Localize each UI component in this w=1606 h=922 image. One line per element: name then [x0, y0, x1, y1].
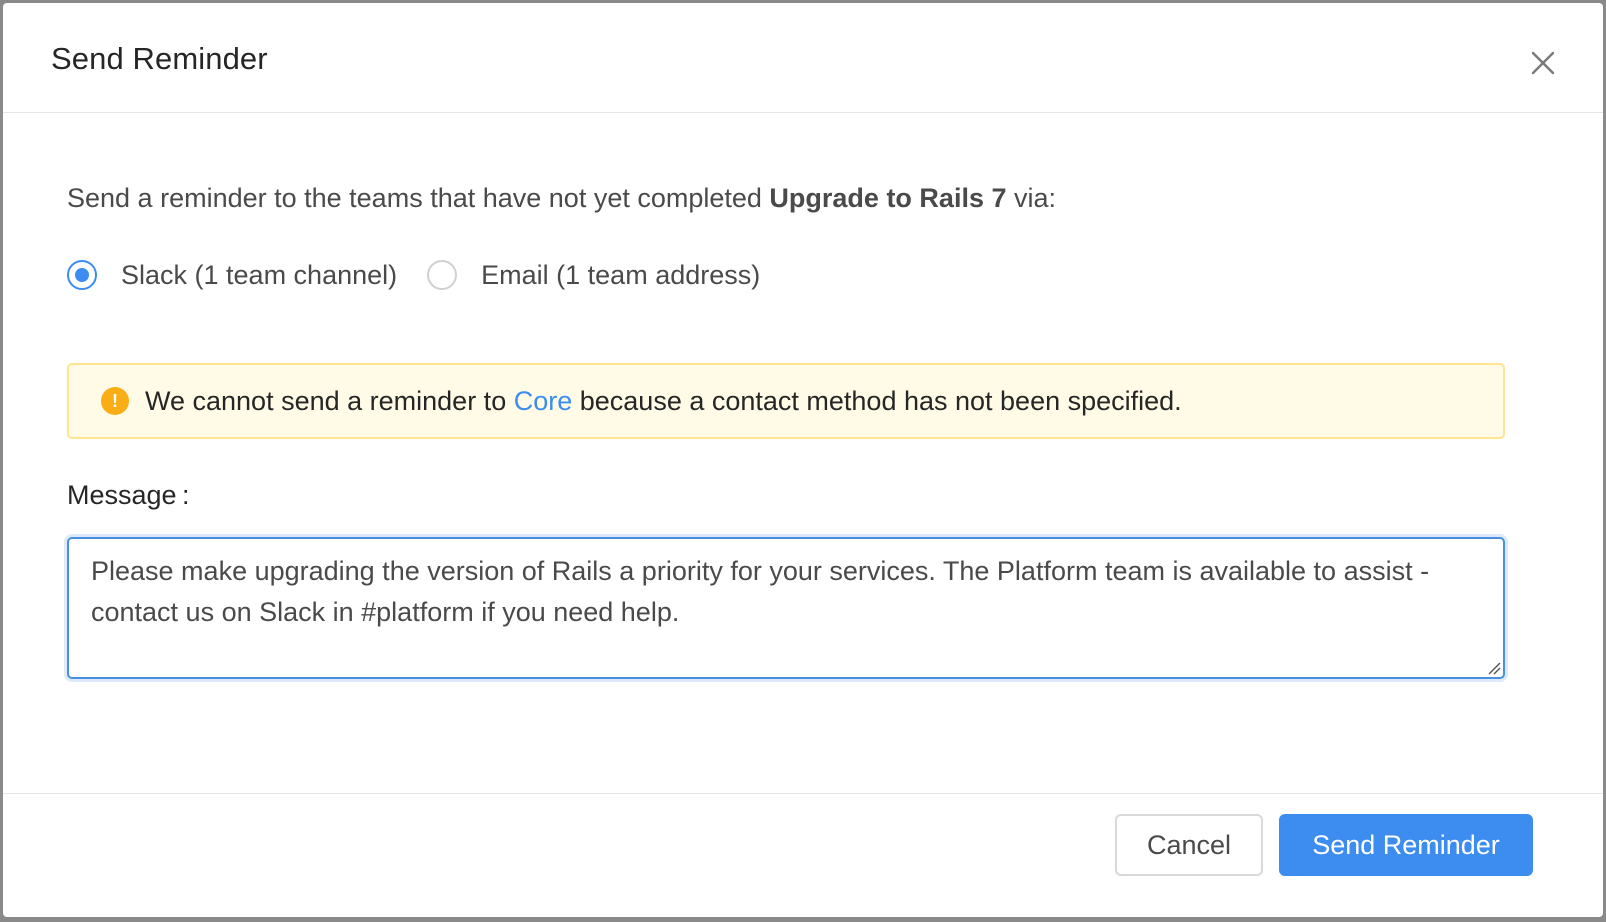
resize-handle-icon[interactable]	[1487, 661, 1501, 675]
intro-prefix: Send a reminder to the teams that have n…	[67, 183, 770, 213]
slack-radio-label: Slack (1 team channel)	[121, 259, 398, 290]
radio-option-slack[interactable]: Slack (1 team channel)	[67, 260, 397, 291]
email-radio-label: Email (1 team address)	[481, 259, 761, 290]
warning-prefix: We cannot send a reminder to	[145, 385, 514, 416]
channel-radio-group: Slack (1 team channel) Email (1 team add…	[67, 255, 790, 295]
slack-radio[interactable]	[67, 260, 97, 290]
dialog-title: Send Reminder	[51, 41, 268, 76]
email-radio[interactable]	[427, 260, 458, 290]
message-textarea[interactable]: Please make upgrading the version of Rai…	[67, 537, 1505, 679]
intro-suffix: via:	[1006, 183, 1057, 213]
dialog-footer: Cancel Send Reminder	[3, 793, 1603, 917]
warning-suffix: because a contact method has not been sp…	[572, 385, 1182, 416]
exclamation-circle-icon: !	[101, 387, 129, 415]
dialog-header: Send Reminder	[3, 3, 1603, 113]
close-icon[interactable]	[1527, 47, 1559, 79]
warning-message: We cannot send a reminder to Core becaus…	[145, 386, 1182, 417]
send-reminder-button[interactable]: Send Reminder	[1279, 814, 1533, 876]
cancel-button[interactable]: Cancel	[1115, 814, 1263, 876]
dialog-body: Send a reminder to the teams that have n…	[3, 113, 1603, 793]
warning-alert: ! We cannot send a reminder to Core beca…	[67, 363, 1505, 439]
message-label: Message :	[67, 480, 190, 510]
initiative-name: Upgrade to Rails 7	[769, 183, 1007, 213]
send-reminder-dialog: Send Reminder Send a reminder to the tea…	[3, 3, 1603, 917]
intro-text: Send a reminder to the teams that have n…	[67, 183, 1056, 214]
radio-option-email[interactable]: Email (1 team address)	[427, 260, 760, 291]
team-link-core[interactable]: Core	[514, 386, 573, 416]
